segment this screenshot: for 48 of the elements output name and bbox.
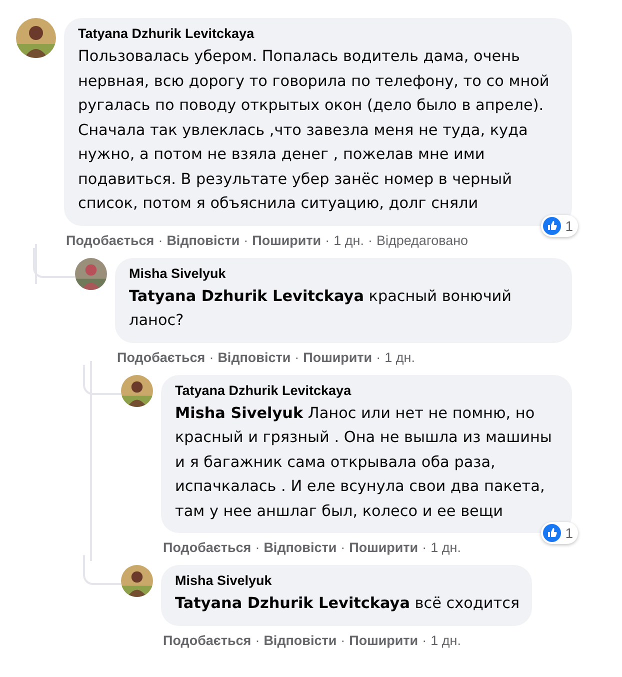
action-link[interactable]: Поширити bbox=[303, 350, 372, 364]
reaction-badge[interactable]: 1 bbox=[541, 522, 578, 544]
action-link[interactable]: Подобається bbox=[117, 350, 206, 364]
comment-text: Tatyana Dzhurik Levitckaya красный вонючий ланос? bbox=[129, 286, 513, 331]
separator-dot: · bbox=[376, 350, 381, 364]
action-link[interactable]: Подобається bbox=[163, 540, 252, 555]
comment-author[interactable]: Tatyana Dzhurik Levitckaya bbox=[78, 26, 560, 41]
separator-dot: · bbox=[255, 540, 260, 555]
mention-link[interactable]: Tatyana Dzhurik Levitckaya bbox=[129, 286, 364, 304]
mention-link[interactable]: Tatyana Dzhurik Levitckaya bbox=[175, 594, 410, 612]
separator-dot: · bbox=[422, 632, 427, 648]
mention-link[interactable]: Misha Sivelyuk bbox=[175, 404, 304, 422]
separator-dot: · bbox=[368, 232, 372, 248]
like-icon bbox=[543, 216, 562, 234]
separator-dot: · bbox=[244, 232, 248, 248]
action-link[interactable]: Подобається bbox=[66, 232, 154, 248]
comment-text: Misha Sivelyuk Ланос или нет не помню, но красный и грязный . Она не вышла из машины и я багажник сама открывала оба раза, испачкалась . И еле всунула свои два пакета, там у нее аншлаг был, колесо и ее вещи bbox=[175, 402, 553, 522]
separator-dot: · bbox=[255, 632, 260, 648]
separator-dot: · bbox=[158, 232, 163, 248]
separator-dot: · bbox=[340, 540, 346, 555]
action-link[interactable]: Відповісти bbox=[264, 540, 337, 555]
separator-dot: · bbox=[325, 232, 330, 248]
comment-text: Пользовалась убером. Попалась водитель дама, очень нервная, всю дорогу то говорила по телефону, то со мной ругалась по поводу открытых окон (дело было в апреле). Сначала так увлеклась ,что завезла меня не туда, куда нужно, а потом не взяла денег , пожелав мне ими подавиться. В результате убер занёс номер в черный список, потом я объяснила ситуацию, долг сняли bbox=[78, 46, 550, 214]
reaction-badge[interactable]: 1 bbox=[541, 214, 578, 236]
action-link[interactable]: Відповісти bbox=[218, 350, 291, 364]
comment-time[interactable]: 1 дн. bbox=[384, 350, 415, 364]
separator-dot: · bbox=[294, 350, 300, 364]
like-icon bbox=[543, 524, 562, 542]
action-link[interactable]: Відповісти bbox=[166, 232, 240, 248]
thread-line bbox=[33, 248, 75, 278]
comment-author[interactable]: Misha Sivelyuk bbox=[129, 266, 560, 280]
comment-author[interactable]: Misha Sivelyuk bbox=[175, 573, 520, 588]
edited-label[interactable]: Відредаговано bbox=[376, 232, 468, 248]
comment-time[interactable]: 1 дн. bbox=[334, 232, 364, 248]
action-link[interactable]: Відповісти bbox=[264, 632, 337, 648]
action-link[interactable]: Поширити bbox=[252, 232, 322, 248]
comment-time[interactable]: 1 дн. bbox=[430, 540, 461, 555]
separator-dot: · bbox=[340, 632, 346, 648]
comment-text: Tatyana Dzhurik Levitckaya всё сходится bbox=[175, 593, 520, 614]
comment-author[interactable]: Tatyana Dzhurik Levitckaya bbox=[175, 382, 560, 398]
reaction-count: 1 bbox=[565, 525, 573, 541]
action-link[interactable]: Подобається bbox=[163, 632, 252, 648]
action-link[interactable]: Поширити bbox=[349, 540, 418, 555]
comment-time[interactable]: 1 дн. bbox=[430, 632, 461, 648]
separator-dot: · bbox=[422, 540, 427, 555]
reaction-count: 1 bbox=[565, 218, 573, 234]
action-link[interactable]: Поширити bbox=[349, 632, 418, 648]
separator-dot: · bbox=[209, 350, 214, 364]
